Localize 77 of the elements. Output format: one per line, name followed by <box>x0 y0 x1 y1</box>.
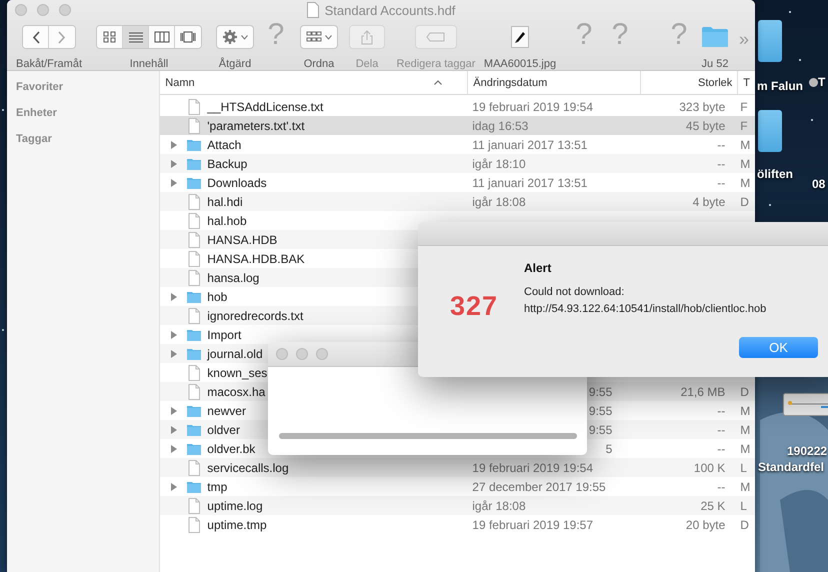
date-cell: 9:55 <box>588 422 612 436</box>
kind-cell: M <box>740 480 750 494</box>
date-cell: 9:55 <box>588 404 612 418</box>
date-cell: 11 januari 2017 13:51 <box>472 176 588 190</box>
size-cell: 45 byte <box>686 118 726 132</box>
toolbar-label: Innehåll <box>130 58 168 70</box>
file-name: hob <box>207 290 228 304</box>
date-cell: idag 16:53 <box>472 118 528 132</box>
size-cell: -- <box>717 156 726 170</box>
kind-cell: D <box>740 384 749 398</box>
toolbar-label: Ju 52 <box>702 58 728 70</box>
size-cell: -- <box>717 176 726 190</box>
date-cell: 19 februari 2019 19:54 <box>472 460 594 474</box>
size-cell: -- <box>717 404 726 418</box>
file-name: uptime.log <box>207 498 263 512</box>
file-name: ignoredrecords.txt <box>207 308 304 322</box>
file-name: HANSA.HDB.BAK <box>207 252 305 266</box>
date-cell: igår 18:08 <box>472 194 526 208</box>
toolbar-label: Åtgärd <box>218 58 252 70</box>
date-cell: igår 18:08 <box>472 498 526 512</box>
kind-cell: D <box>740 194 749 208</box>
size-cell: 100 K <box>694 460 726 474</box>
kind-cell: M <box>740 138 750 152</box>
file-name: servicecalls.log <box>207 460 289 474</box>
size-cell: 323 byte <box>679 100 726 114</box>
file-name: oldver.bk <box>207 442 256 456</box>
size-cell: -- <box>717 422 726 436</box>
size-cell: 21,6 MB <box>680 384 726 398</box>
app-icon: 327 <box>450 291 524 322</box>
file-name: HANSA.HDB <box>207 232 278 246</box>
size-cell: -- <box>717 138 726 152</box>
file-name: Attach <box>207 138 242 152</box>
kind-cell: M <box>740 422 750 436</box>
toolbar-label: Ordna <box>304 58 334 70</box>
file-name: oldver <box>207 422 240 436</box>
file-name: Import <box>207 328 242 342</box>
kind-cell: L <box>740 498 747 512</box>
file-name: Backup <box>207 156 248 170</box>
date-cell: 5 <box>606 442 612 456</box>
file-name: hal.hdi <box>207 194 243 208</box>
toolbar-label: Redigera taggar <box>396 58 476 70</box>
date-cell: 11 januari 2017 13:51 <box>472 138 588 152</box>
file-name: Downloads <box>207 176 267 190</box>
size-cell: -- <box>717 442 726 456</box>
file-name: known_ses <box>207 366 268 380</box>
date-cell: 19 februari 2019 19:57 <box>472 518 594 532</box>
kind-cell: M <box>740 176 750 190</box>
file-name: uptime.tmp <box>207 518 267 532</box>
date-cell: igår 18:10 <box>472 156 526 170</box>
kind-cell: M <box>740 404 750 418</box>
toolbar-label: MAA60015.jpg <box>484 58 556 70</box>
kind-cell: F <box>740 118 748 132</box>
date-cell: 19 februari 2019 19:54 <box>472 100 594 114</box>
file-name: hansa.log <box>207 270 260 284</box>
date-cell: 9:55 <box>588 384 612 398</box>
window-title: Standard Accounts.hdf <box>324 2 456 18</box>
kind-cell: F <box>740 100 748 114</box>
kind-cell: M <box>740 442 750 456</box>
file-name: newver <box>207 404 246 418</box>
toolbar-label: Bakåt/Framåt <box>16 58 82 70</box>
size-cell: 4 byte <box>692 194 726 208</box>
file-name: hal.hob <box>207 214 247 228</box>
alert-message: Could not download: http://54.93.122.64:10541/install/hob/clientloc.hob <box>524 285 768 317</box>
toolbar-label: Dela <box>356 58 378 70</box>
kind-cell: D <box>740 518 749 532</box>
size-cell: 20 byte <box>686 518 726 532</box>
date-cell: 27 december 2017 19:55 <box>472 480 606 494</box>
kind-cell: M <box>740 156 750 170</box>
file-name: __HTSAddLicense.txt <box>207 100 324 114</box>
kind-cell: L <box>740 460 747 474</box>
file-name: journal.old <box>207 346 263 360</box>
file-name: 'parameters.txt'.txt <box>207 118 305 132</box>
size-cell: 25 K <box>700 498 726 512</box>
file-name: macosx.ha <box>207 384 266 398</box>
size-cell: -- <box>717 480 726 494</box>
file-name: tmp <box>207 480 228 494</box>
alert-title: Alert <box>524 261 552 275</box>
